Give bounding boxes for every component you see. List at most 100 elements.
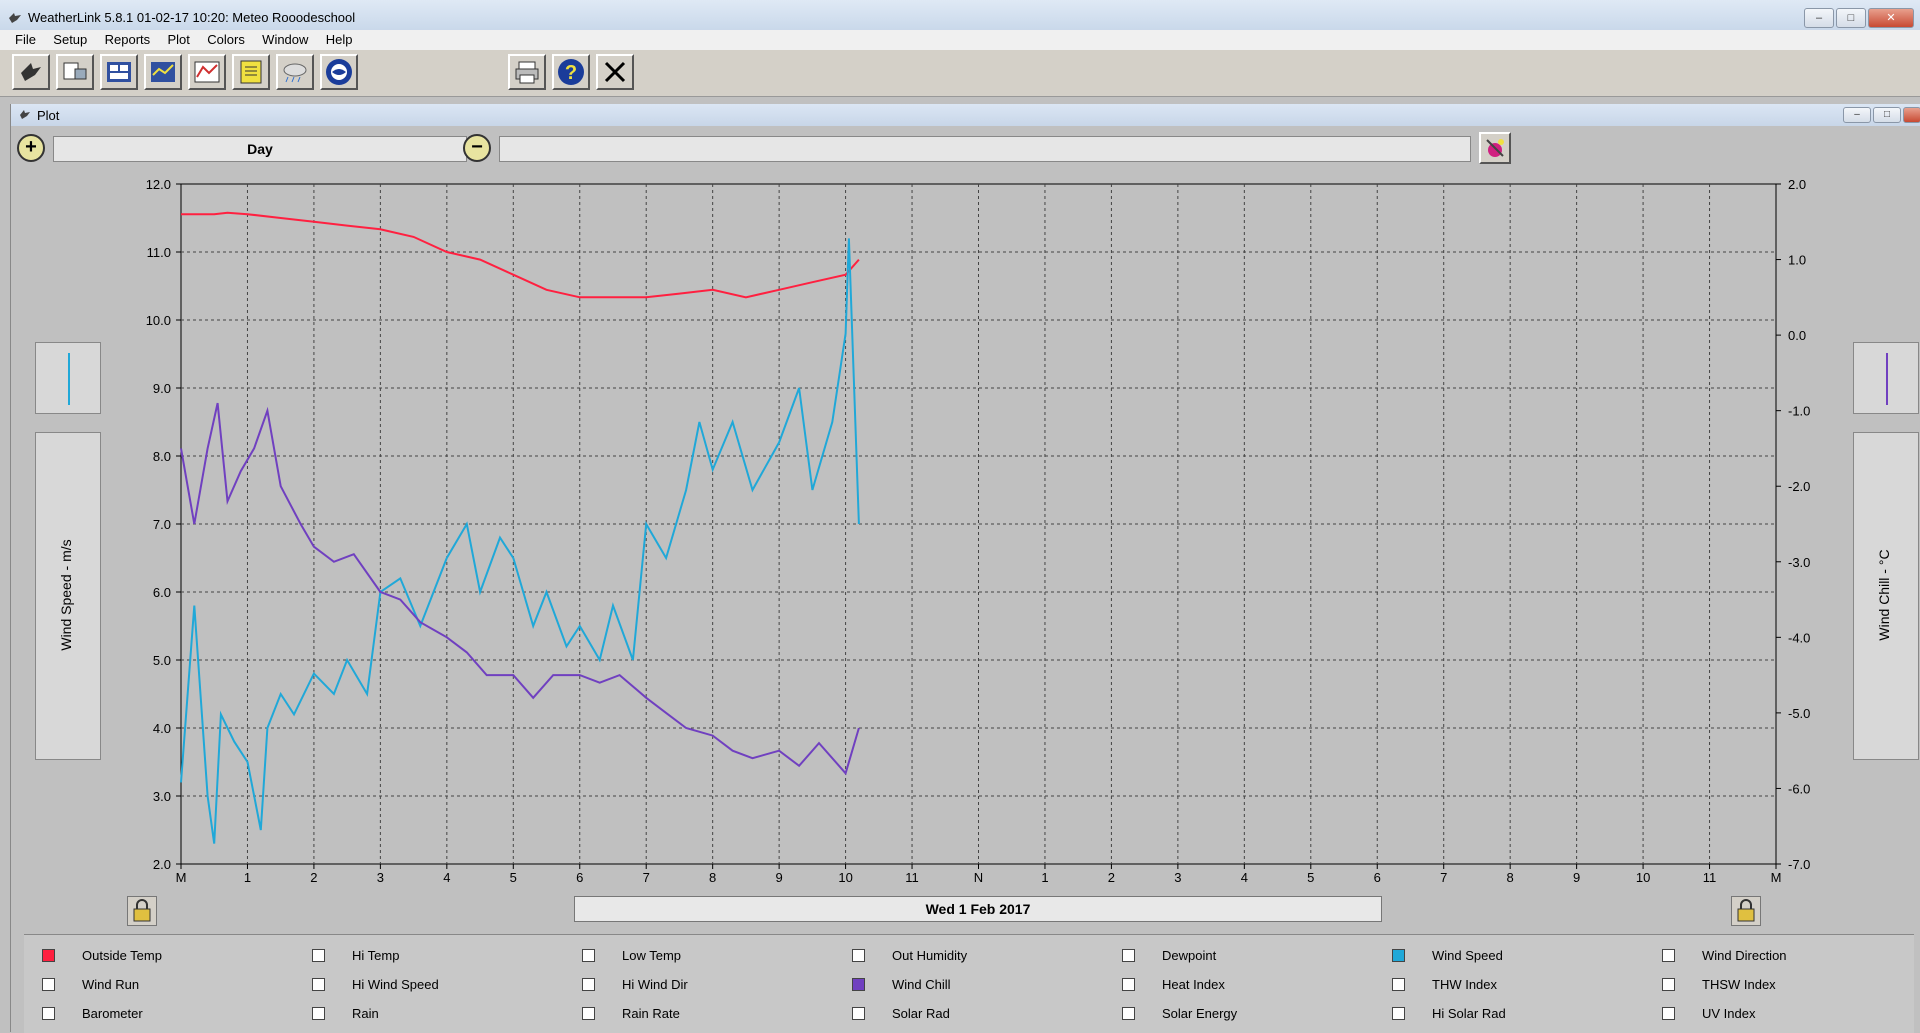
- legend-checkbox[interactable]: [1122, 1007, 1135, 1020]
- legend-checkbox[interactable]: [312, 1007, 325, 1020]
- legend-checkbox[interactable]: [1122, 978, 1135, 991]
- strip-chart-icon: [151, 62, 175, 82]
- x-tick-label: 2: [310, 870, 317, 885]
- menu-bar: File Setup Reports Plot Colors Window He…: [0, 30, 1920, 50]
- legend-label: Hi Temp: [352, 948, 400, 963]
- period-field[interactable]: Day: [53, 136, 467, 162]
- plot-window: Plot – □ + Day − Wind Speed - m/s Wind C…: [10, 104, 1920, 1032]
- right-axis-lock-button[interactable]: [1731, 896, 1761, 926]
- lock-icon: [133, 899, 151, 922]
- legend-label: Dewpoint: [1162, 948, 1217, 963]
- menu-reports[interactable]: Reports: [98, 30, 158, 47]
- legend-checkbox[interactable]: [312, 978, 325, 991]
- right-tick-label: -6.0: [1788, 781, 1810, 796]
- x-tick-label: 5: [510, 870, 517, 885]
- help-button[interactable]: ?: [552, 54, 590, 90]
- left-tick-label: 2.0: [153, 857, 171, 872]
- legend-checkbox[interactable]: [582, 949, 595, 962]
- right-tick-label: -2.0: [1788, 479, 1810, 494]
- close-window-button[interactable]: ✕: [1868, 8, 1914, 28]
- plot-close-button[interactable]: [1903, 107, 1920, 123]
- zoom-in-button[interactable]: +: [17, 134, 45, 162]
- plot-window-icon: [20, 110, 30, 119]
- legend-checkbox[interactable]: [852, 1007, 865, 1020]
- legend-panel: Outside Temp Hi Temp Low Temp Out Humidity D…: [24, 934, 1914, 1033]
- toolbar: ?: [0, 50, 1920, 97]
- legend-checkbox[interactable]: [42, 1007, 55, 1020]
- download-button[interactable]: [12, 54, 50, 90]
- legend-label: Wind Speed: [1432, 948, 1503, 963]
- strip-chart-button[interactable]: [144, 54, 182, 90]
- legend-checkbox[interactable]: [1392, 1007, 1405, 1020]
- app-icon: [9, 13, 21, 23]
- legend-checkbox[interactable]: [1392, 949, 1405, 962]
- bulletin-button[interactable]: [100, 54, 138, 90]
- legend-checkbox[interactable]: [1122, 949, 1135, 962]
- legend-label: Out Humidity: [892, 948, 968, 963]
- legend-checkbox[interactable]: [852, 949, 865, 962]
- noaa-icon: [326, 59, 352, 85]
- x-tick-label: 7: [643, 870, 650, 885]
- legend-label: Outside Temp: [82, 948, 162, 963]
- legend-checkbox[interactable]: [312, 949, 325, 962]
- left-tick-label: 9.0: [153, 381, 171, 396]
- minus-icon: −: [471, 136, 483, 158]
- station-button[interactable]: [56, 54, 94, 90]
- download-icon: [21, 63, 41, 81]
- plot-minimize-button[interactable]: –: [1843, 107, 1871, 123]
- legend-checkbox[interactable]: [1662, 1007, 1675, 1020]
- legend-checkbox[interactable]: [1662, 949, 1675, 962]
- weather-button[interactable]: [276, 54, 314, 90]
- legend-label: THSW Index: [1702, 977, 1776, 992]
- maximize-button[interactable]: □: [1836, 8, 1866, 28]
- menu-colors[interactable]: Colors: [200, 30, 252, 47]
- plot-titlebar: Plot – □: [11, 104, 1920, 126]
- x-tick-label: N: [974, 870, 983, 885]
- plot-maximize-button[interactable]: □: [1873, 107, 1901, 123]
- x-tick-label: 7: [1440, 870, 1447, 885]
- weather-icon: [283, 63, 307, 83]
- minimize-button[interactable]: –: [1804, 8, 1834, 28]
- left-tick-label: 3.0: [153, 789, 171, 804]
- menu-window[interactable]: Window: [255, 30, 315, 47]
- legend-label: Heat Index: [1162, 977, 1225, 992]
- zoom-out-button[interactable]: −: [463, 134, 491, 162]
- menu-help[interactable]: Help: [319, 30, 360, 47]
- left-tick-label: 5.0: [153, 653, 171, 668]
- x-tick-label: M: [176, 870, 187, 885]
- notes-button[interactable]: [232, 54, 270, 90]
- legend-checkbox[interactable]: [42, 949, 55, 962]
- legend-label: Low Temp: [622, 948, 682, 963]
- menu-plot[interactable]: Plot: [161, 30, 197, 47]
- date-field: Wed 1 Feb 2017: [574, 896, 1382, 922]
- notes-icon: [240, 60, 262, 84]
- x-tick-label: 4: [443, 870, 450, 885]
- legend-label: Wind Run: [82, 977, 140, 992]
- print-button[interactable]: [508, 54, 546, 90]
- close-icon: [604, 61, 626, 83]
- help-icon: ?: [558, 59, 584, 85]
- right-tick-label: 1.0: [1788, 253, 1806, 268]
- x-tick-label: 5: [1307, 870, 1314, 885]
- x-tick-label: 10: [1636, 870, 1650, 885]
- x-tick-label: 6: [1374, 870, 1381, 885]
- legend-checkbox[interactable]: [1662, 978, 1675, 991]
- left-tick-label: 4.0: [153, 721, 171, 736]
- legend-checkbox[interactable]: [42, 978, 55, 991]
- color-button[interactable]: [1479, 132, 1511, 164]
- station-icon: [63, 62, 87, 80]
- paint-icon: [1486, 139, 1504, 157]
- x-tick-label: 11: [1703, 870, 1717, 885]
- left-axis-lock-button[interactable]: [127, 896, 157, 926]
- menu-file[interactable]: File: [8, 30, 43, 47]
- legend-checkbox[interactable]: [582, 1007, 595, 1020]
- noaa-button[interactable]: [320, 54, 358, 90]
- menu-setup[interactable]: Setup: [46, 30, 94, 47]
- plot-button[interactable]: [188, 54, 226, 90]
- legend-checkbox[interactable]: [582, 978, 595, 991]
- legend-checkbox[interactable]: [1392, 978, 1405, 991]
- legend-checkbox[interactable]: [852, 978, 865, 991]
- left-tick-label: 10.0: [146, 313, 171, 328]
- x-tick-label: 6: [576, 870, 583, 885]
- exit-button[interactable]: [596, 54, 634, 90]
